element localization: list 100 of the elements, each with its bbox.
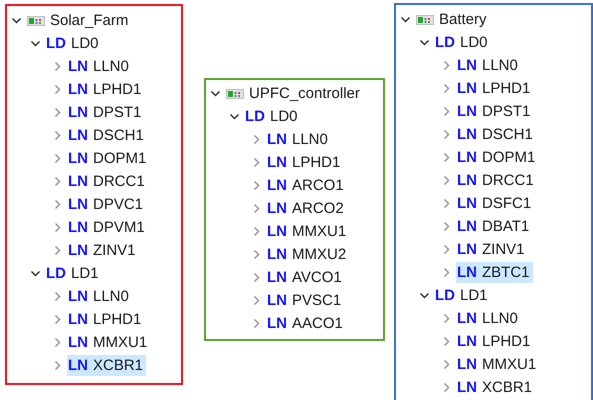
chevron-right-icon[interactable]	[52, 107, 63, 118]
chevron-right-icon[interactable]	[52, 291, 63, 302]
chevron-right-icon[interactable]	[251, 318, 262, 329]
tree-item[interactable]: LN DBAT1	[456, 216, 532, 237]
tree-item[interactable]: LN ZINV1	[456, 239, 528, 260]
tree-item[interactable]: LN DSCH1	[456, 124, 536, 145]
chevron-down-icon[interactable]	[419, 37, 430, 48]
chevron-down-icon[interactable]	[30, 268, 41, 279]
tree-item[interactable]: LN DRCC1	[67, 171, 148, 192]
tree-item[interactable]: LN LLN0	[456, 308, 521, 329]
tree-item[interactable]: LN LPHD1	[67, 309, 144, 330]
tree-item[interactable]: LD LD0	[45, 33, 102, 54]
chevron-right-icon[interactable]	[52, 153, 63, 164]
tree-item[interactable]: LN AACO1	[266, 313, 346, 334]
chevron-right-icon[interactable]	[441, 244, 452, 255]
tree-item[interactable]: LN ZINV1	[67, 240, 139, 261]
tree-item[interactable]: LN LPHD1	[67, 79, 144, 100]
tree-item[interactable]: LN DPVC1	[67, 194, 146, 215]
chevron-right-icon[interactable]	[441, 83, 452, 94]
tree-item[interactable]: LN LLN0	[67, 56, 132, 77]
tree-item[interactable]: LN XCBR1	[67, 355, 146, 376]
chevron-right-icon[interactable]	[441, 221, 452, 232]
chevron-right-icon[interactable]	[441, 175, 452, 186]
node-type-label: LN	[267, 154, 287, 171]
chevron-down-icon[interactable]	[419, 290, 430, 301]
node-type-label: LD	[435, 287, 455, 304]
tree-item[interactable]: LN PVSC1	[266, 290, 344, 311]
tree-item[interactable]: LD LD0	[244, 106, 301, 127]
tree-item[interactable]: LD LD1	[45, 263, 102, 284]
tree-item[interactable]: LN MMXU2	[266, 244, 350, 265]
tree-item[interactable]: LN DSFC1	[456, 193, 534, 214]
node-type-label: LN	[68, 242, 88, 259]
node-type-label: LD	[435, 34, 455, 51]
tree-item[interactable]: LN MMXU1	[456, 354, 540, 375]
tree-item[interactable]: LN DRCC1	[456, 170, 537, 191]
chevron-right-icon[interactable]	[441, 382, 452, 393]
device-icon	[226, 88, 244, 98]
node-type-label: LN	[68, 311, 88, 328]
chevron-right-icon[interactable]	[441, 198, 452, 209]
node-type-label: LN	[68, 196, 88, 213]
tree-item[interactable]: LN DPST1	[456, 101, 534, 122]
tree-item[interactable]: Solar_Farm	[26, 10, 132, 31]
tree-item[interactable]: UPFC_controller	[225, 83, 363, 104]
tree-item[interactable]: LN ARCO2	[266, 198, 347, 219]
tree-item[interactable]: LN LLN0	[67, 286, 132, 307]
chevron-down-icon[interactable]	[400, 14, 411, 25]
chevron-right-icon[interactable]	[441, 60, 452, 71]
chevron-right-icon[interactable]	[52, 360, 63, 371]
tree-item[interactable]: LD LD1	[434, 285, 491, 306]
tree-item[interactable]: LN LLN0	[456, 55, 521, 76]
chevron-right-icon[interactable]	[251, 295, 262, 306]
tree-item[interactable]: LN DPST1	[67, 102, 144, 123]
chevron-right-icon[interactable]	[251, 249, 262, 260]
chevron-right-icon[interactable]	[251, 157, 262, 168]
chevron-right-icon[interactable]	[52, 176, 63, 187]
node-label: AACO1	[292, 315, 343, 332]
tree-item[interactable]: LN XCBR1	[456, 377, 536, 398]
node-label: DPVC1	[93, 196, 144, 213]
chevron-right-icon[interactable]	[441, 313, 452, 324]
chevron-right-icon[interactable]	[441, 129, 452, 140]
chevron-right-icon[interactable]	[52, 130, 63, 141]
tree-item[interactable]: LN MMXU1	[266, 221, 350, 242]
node-label: LD0	[460, 34, 488, 51]
tree-item[interactable]: LN DOPM1	[456, 147, 538, 168]
tree-item[interactable]: LN MMXU1	[67, 332, 150, 353]
tree-item[interactable]: LN ZBTC1	[456, 262, 533, 283]
chevron-down-icon[interactable]	[11, 15, 22, 26]
chevron-right-icon[interactable]	[441, 336, 452, 347]
tree-item[interactable]: LD LD0	[434, 32, 491, 53]
node-label: LPHD1	[93, 81, 142, 98]
chevron-right-icon[interactable]	[251, 180, 262, 191]
tree-item[interactable]: LN ARCO1	[266, 175, 347, 196]
chevron-right-icon[interactable]	[441, 267, 452, 278]
chevron-right-icon[interactable]	[251, 134, 262, 145]
chevron-right-icon[interactable]	[52, 314, 63, 325]
chevron-right-icon[interactable]	[52, 84, 63, 95]
tree-item[interactable]: LN LLN0	[266, 129, 331, 150]
tree-item[interactable]: LN LPHD1	[456, 331, 534, 352]
chevron-right-icon[interactable]	[441, 106, 452, 117]
chevron-right-icon[interactable]	[251, 203, 262, 214]
tree-item[interactable]: LN LPHD1	[456, 78, 534, 99]
chevron-right-icon[interactable]	[251, 226, 262, 237]
chevron-right-icon[interactable]	[52, 61, 63, 72]
tree-item[interactable]: Battery	[415, 9, 490, 30]
chevron-right-icon[interactable]	[52, 222, 63, 233]
tree-item[interactable]: LN LPHD1	[266, 152, 344, 173]
chevron-right-icon[interactable]	[251, 272, 262, 283]
tree-item[interactable]: LN AVCO1	[266, 267, 345, 288]
chevron-down-icon[interactable]	[229, 111, 240, 122]
tree-item[interactable]: LN DOPM1	[67, 148, 150, 169]
chevron-right-icon[interactable]	[441, 359, 452, 370]
chevron-right-icon[interactable]	[441, 152, 452, 163]
chevron-right-icon[interactable]	[52, 337, 63, 348]
chevron-down-icon[interactable]	[30, 38, 41, 49]
chevron-down-icon[interactable]	[210, 88, 221, 99]
node-type-label: LN	[457, 195, 477, 212]
tree-item[interactable]: LN DPVM1	[67, 217, 148, 238]
tree-item[interactable]: LN DSCH1	[67, 125, 147, 146]
chevron-right-icon[interactable]	[52, 199, 63, 210]
chevron-right-icon[interactable]	[52, 245, 63, 256]
